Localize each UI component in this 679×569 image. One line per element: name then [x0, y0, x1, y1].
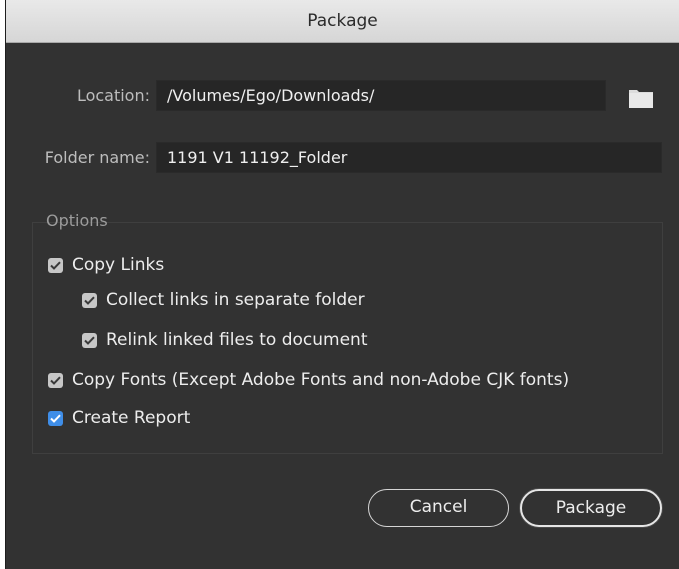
copy-links-label: Copy Links [72, 255, 165, 275]
package-button[interactable]: Package [520, 489, 662, 527]
dialog-title: Package [6, 0, 679, 43]
options-group-label: Options [46, 211, 108, 230]
folder-icon [629, 90, 653, 108]
relink-files-label: Relink linked files to document [106, 330, 368, 350]
cancel-button[interactable]: Cancel [368, 489, 509, 527]
folder-name-label: Folder name: [44, 148, 150, 167]
create-report-checkbox[interactable]: Create Report [48, 406, 190, 430]
location-field[interactable]: /Volumes/Ego/Downloads/ [156, 80, 606, 111]
relink-files-checkbox[interactable]: Relink linked files to document [82, 328, 367, 352]
collect-links-label: Collect links in separate folder [106, 290, 365, 310]
folder-name-field[interactable]: 1191 V1 11192_Folder [156, 142, 662, 173]
checkbox-checked-icon [48, 410, 63, 426]
checkbox-checked-icon [82, 292, 97, 308]
browse-folder-button[interactable] [628, 87, 654, 109]
package-dialog: Package Location: /Volumes/Ego/Downloads… [5, 0, 679, 569]
copy-links-checkbox[interactable]: Copy Links [48, 253, 164, 277]
checkbox-checked-icon [48, 372, 63, 388]
checkbox-checked-icon [82, 332, 97, 348]
copy-fonts-label: Copy Fonts (Except Adobe Fonts and non-A… [72, 370, 570, 390]
copy-fonts-checkbox[interactable]: Copy Fonts (Except Adobe Fonts and non-A… [48, 368, 569, 392]
location-label: Location: [76, 86, 150, 105]
checkbox-checked-icon [48, 257, 63, 273]
create-report-label: Create Report [72, 408, 191, 428]
collect-links-checkbox[interactable]: Collect links in separate folder [82, 288, 365, 312]
